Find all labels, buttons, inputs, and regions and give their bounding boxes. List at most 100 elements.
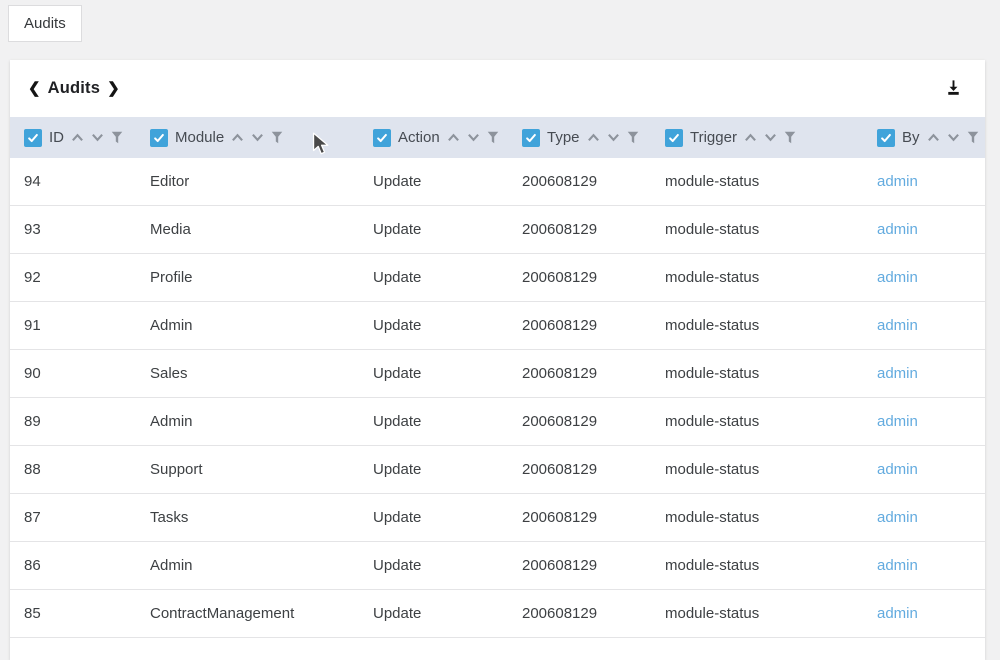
- cell-action: Update: [373, 365, 522, 382]
- table-row: 88 Support Update 200608129 module-statu…: [10, 446, 985, 494]
- cell-module: Support: [150, 461, 373, 478]
- cell-module: Admin: [150, 557, 373, 574]
- cell-action: Update: [373, 461, 522, 478]
- cell-id: 93: [24, 221, 150, 238]
- cell-action: Update: [373, 509, 522, 526]
- cell-trigger: module-status: [665, 413, 877, 430]
- type-column-label: Type: [547, 129, 580, 146]
- download-button[interactable]: [944, 78, 963, 100]
- table-row: 94 Editor Update 200608129 module-status…: [10, 158, 985, 206]
- cell-trigger: module-status: [665, 221, 877, 238]
- cell-type: 200608129: [522, 173, 665, 190]
- cell-trigger: module-status: [665, 605, 877, 622]
- id-filter funnel-icon[interactable]: [111, 131, 123, 144]
- action-sort-desc chevron-down-icon[interactable]: [467, 132, 480, 143]
- by-user-link[interactable]: admin: [877, 317, 918, 334]
- cell-id: 92: [24, 269, 150, 286]
- module-sort-desc chevron-down-icon[interactable]: [251, 132, 264, 143]
- by-user-link[interactable]: admin: [877, 365, 918, 382]
- cell-id: 94: [24, 173, 150, 190]
- cell-module: Editor: [150, 173, 373, 190]
- by-sort-desc chevron-down-icon[interactable]: [947, 132, 960, 143]
- cell-trigger: module-status: [665, 317, 877, 334]
- trigger-sort-desc chevron-down-icon[interactable]: [764, 132, 777, 143]
- module-column-checkbox[interactable]: [150, 129, 168, 147]
- id-column-label: ID: [49, 129, 64, 146]
- chevron-left-icon[interactable]: ❮: [28, 81, 41, 96]
- by-sort-asc chevron-up-icon[interactable]: [927, 132, 940, 143]
- module-sort-asc chevron-up-icon[interactable]: [231, 132, 244, 143]
- cell-module: Admin: [150, 413, 373, 430]
- cell-type: 200608129: [522, 413, 665, 430]
- tab-audits-label: Audits: [24, 15, 66, 32]
- cell-trigger: module-status: [665, 365, 877, 382]
- cell-type: 200608129: [522, 317, 665, 334]
- cell-id: 91: [24, 317, 150, 334]
- by-user-link[interactable]: admin: [877, 461, 918, 478]
- cell-id: 85: [24, 605, 150, 622]
- cell-id: 89: [24, 413, 150, 430]
- column-header-type: Type: [522, 129, 665, 147]
- type-column-checkbox[interactable]: [522, 129, 540, 147]
- cell-action: Update: [373, 605, 522, 622]
- cell-type: 200608129: [522, 461, 665, 478]
- by-user-link[interactable]: admin: [877, 413, 918, 430]
- column-header-trigger: Trigger: [665, 129, 877, 147]
- cell-id: 90: [24, 365, 150, 382]
- type-sort-desc chevron-down-icon[interactable]: [607, 132, 620, 143]
- page-title: Audits: [48, 79, 101, 98]
- column-header-action: Action: [373, 129, 522, 147]
- cell-type: 200608129: [522, 605, 665, 622]
- tab-audits[interactable]: Audits: [8, 5, 82, 42]
- column-header-id: ID: [24, 129, 150, 147]
- by-column-checkbox[interactable]: [877, 129, 895, 147]
- trigger-filter funnel-icon[interactable]: [784, 131, 796, 144]
- type-sort-asc chevron-up-icon[interactable]: [587, 132, 600, 143]
- action-column-label: Action: [398, 129, 440, 146]
- breadcrumb: ❮ Audits ❯: [28, 79, 120, 98]
- by-user-link[interactable]: admin: [877, 557, 918, 574]
- cell-trigger: module-status: [665, 461, 877, 478]
- by-filter funnel-icon[interactable]: [967, 131, 979, 144]
- table-header-row: ID Module: [10, 117, 985, 158]
- cell-action: Update: [373, 269, 522, 286]
- by-user-link[interactable]: admin: [877, 221, 918, 238]
- module-filter funnel-icon[interactable]: [271, 131, 283, 144]
- cell-module: Sales: [150, 365, 373, 382]
- by-user-link[interactable]: admin: [877, 605, 918, 622]
- action-filter funnel-icon[interactable]: [487, 131, 499, 144]
- action-column-checkbox[interactable]: [373, 129, 391, 147]
- cell-id: 86: [24, 557, 150, 574]
- cell-type: 200608129: [522, 269, 665, 286]
- cell-module: ContractManagement: [150, 605, 373, 622]
- cell-action: Update: [373, 413, 522, 430]
- type-filter funnel-icon[interactable]: [627, 131, 639, 144]
- by-user-link[interactable]: admin: [877, 509, 918, 526]
- chevron-right-icon[interactable]: ❯: [107, 81, 120, 96]
- cell-type: 200608129: [522, 509, 665, 526]
- cell-module: Admin: [150, 317, 373, 334]
- cell-action: Update: [373, 221, 522, 238]
- cell-module: Media: [150, 221, 373, 238]
- cell-action: Update: [373, 317, 522, 334]
- id-sort-asc chevron-up-icon[interactable]: [71, 132, 84, 143]
- cell-module: Profile: [150, 269, 373, 286]
- table-row: 93 Media Update 200608129 module-status …: [10, 206, 985, 254]
- action-sort-asc chevron-up-icon[interactable]: [447, 132, 460, 143]
- cell-module: Tasks: [150, 509, 373, 526]
- cell-type: 200608129: [522, 365, 665, 382]
- table-row: 92 Profile Update 200608129 module-statu…: [10, 254, 985, 302]
- table-row: 91 Admin Update 200608129 module-status …: [10, 302, 985, 350]
- by-user-link[interactable]: admin: [877, 269, 918, 286]
- table-row: 86 Admin Update 200608129 module-status …: [10, 542, 985, 590]
- id-sort-desc chevron-down-icon[interactable]: [91, 132, 104, 143]
- cell-id: 88: [24, 461, 150, 478]
- download-icon: [944, 78, 963, 100]
- trigger-column-checkbox[interactable]: [665, 129, 683, 147]
- id-column-checkbox[interactable]: [24, 129, 42, 147]
- by-column-label: By: [902, 129, 920, 146]
- by-user-link[interactable]: admin: [877, 173, 918, 190]
- trigger-sort-asc chevron-up-icon[interactable]: [744, 132, 757, 143]
- audits-panel: ❮ Audits ❯ ID: [10, 60, 985, 660]
- column-header-module: Module: [150, 129, 373, 147]
